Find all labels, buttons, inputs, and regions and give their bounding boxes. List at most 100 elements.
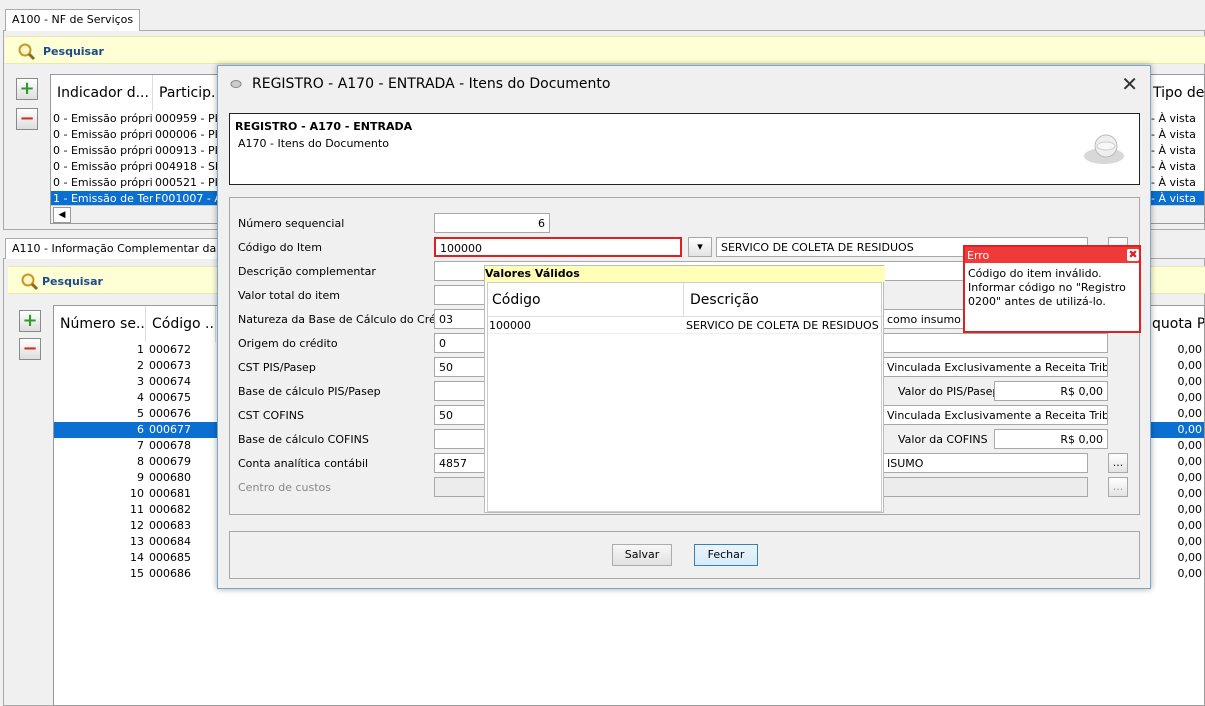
label-valor-cofins: Valor da COFINS: [898, 433, 988, 446]
remove-button[interactable]: −: [16, 108, 38, 130]
cell-codigo: 000680: [149, 471, 191, 484]
cell-indicador: 0 - Emissão própria: [53, 144, 153, 157]
conta-description: ISUMO: [882, 453, 1088, 473]
cell-codigo: 000681: [149, 487, 191, 500]
popup-row-descricao: SERVICO DE COLETA DE RESIDUOS: [686, 319, 879, 332]
cell-aliquota: 0,00: [1177, 519, 1203, 532]
valor-pis-input[interactable]: R$ 0,00: [994, 381, 1108, 401]
popup-row-codigo: 100000: [489, 319, 531, 332]
label-base-cofins: Base de cálculo COFINS: [238, 433, 369, 446]
search-link[interactable]: Pesquisar: [42, 275, 103, 288]
label-cod-item: Código do Item: [238, 241, 322, 254]
close-icon[interactable]: ✕: [1121, 72, 1138, 96]
cell-numero: 10: [130, 487, 144, 500]
conta-lookup-button[interactable]: ...: [1108, 453, 1128, 473]
cell-aliquota: 0,00: [1177, 343, 1203, 356]
cell-codigo: 000685: [149, 551, 191, 564]
salvar-button[interactable]: Salvar: [612, 544, 672, 566]
dialog-title: REGISTRO - A170 - ENTRADA - Itens do Doc…: [252, 76, 611, 92]
num-seq-input[interactable]: 6: [434, 213, 550, 233]
cst-cofins-description: Vinculada Exclusivamente a Receita Tribu…: [882, 405, 1108, 425]
cell-participante: 000521 - PR...: [155, 176, 221, 189]
valor-cofins-input[interactable]: R$ 0,00: [994, 429, 1108, 449]
cell-codigo: 000675: [149, 391, 191, 404]
cell-numero: 8: [137, 455, 144, 468]
cell-aliquota: 0,00: [1177, 455, 1203, 468]
cell-numero: 3: [137, 375, 144, 388]
cell-aliquota: 0,00: [1177, 439, 1203, 452]
cell-numero: 7: [137, 439, 144, 452]
cell-codigo: 000686: [149, 567, 191, 580]
cell-numero: 12: [130, 519, 144, 532]
scroll-left-icon[interactable]: ◀: [53, 207, 71, 223]
cell-numero: 9: [137, 471, 144, 484]
cell-numero: 14: [130, 551, 144, 564]
add-button[interactable]: +: [16, 78, 38, 100]
label-origem: Origem do crédito: [238, 337, 338, 350]
label-desc-comp: Descrição complementar: [238, 265, 376, 278]
column-header-indicador[interactable]: Indicador d...: [51, 75, 153, 111]
column-header-aliquota[interactable]: quota P...: [1150, 306, 1204, 342]
cell-numero: 1: [137, 343, 144, 356]
dropdown-arrow-icon[interactable]: ▾: [688, 237, 712, 257]
cell-numero: 11: [130, 503, 144, 516]
popup-column-descricao[interactable]: Descrição: [684, 283, 883, 317]
cell-tipo: - À vista: [1151, 128, 1196, 141]
column-header-numero[interactable]: Número se...: [54, 306, 146, 342]
cell-codigo: 000684: [149, 535, 191, 548]
tab-a110[interactable]: A110 - Informação Complementar da NF: [5, 238, 242, 259]
column-header-tipo[interactable]: Tipo de: [1147, 75, 1204, 111]
cell-aliquota: 0,00: [1177, 535, 1203, 548]
cell-indicador: 0 - Emissão própria: [53, 128, 153, 141]
label-natureza: Natureza da Base de Cálculo do Crédito: [238, 313, 457, 326]
cell-tipo: - À vista: [1151, 112, 1196, 125]
popup-title: Valores Válidos: [485, 266, 885, 282]
label-conta: Conta analítica contábil: [238, 457, 369, 470]
cell-aliquota: 0,00: [1177, 407, 1203, 420]
cell-numero: 6: [137, 423, 144, 436]
remove-item-button[interactable]: −: [19, 338, 41, 360]
cell-aliquota: 0,00: [1177, 423, 1203, 436]
search-bar-top: Pesquisar: [5, 36, 1205, 64]
label-num-seq: Número sequencial: [238, 217, 345, 230]
popup-column-codigo[interactable]: Código: [488, 283, 684, 317]
cell-aliquota: 0,00: [1177, 551, 1203, 564]
cell-codigo: 000682: [149, 503, 191, 516]
cst-pis-description: Vinculada Exclusivamente a Receita Tribu…: [882, 357, 1108, 377]
centro-lookup-button: ...: [1108, 477, 1128, 497]
error-message: Código do item inválido. Informar código…: [968, 267, 1126, 308]
search-link[interactable]: Pesquisar: [43, 45, 104, 58]
dialog-footer: Salvar Fechar: [229, 531, 1140, 579]
label-valor-total: Valor total do item: [238, 289, 340, 302]
cell-aliquota: 0,00: [1177, 567, 1203, 580]
tab-a100[interactable]: A100 - NF de Serviços: [5, 9, 141, 31]
label-cst-pis: CST PIS/Pasep: [238, 361, 316, 374]
cell-aliquota: 0,00: [1177, 375, 1203, 388]
column-header-participante[interactable]: Particip...: [153, 75, 223, 111]
cell-numero: 5: [137, 407, 144, 420]
popup-row[interactable]: 100000 SERVICO DE COLETA DE RESIDUOS: [488, 317, 883, 334]
popup-table: Código Descrição 100000 SERVICO DE COLET…: [487, 282, 883, 512]
column-header-codigo[interactable]: Código ...: [146, 306, 216, 342]
cell-codigo: 000673: [149, 359, 191, 372]
error-title: Erro: [965, 247, 1139, 263]
cell-indicador: 0 - Emissão própria: [53, 112, 153, 125]
cell-aliquota: 0,00: [1177, 391, 1203, 404]
search-icon: [18, 43, 36, 61]
cell-numero: 2: [137, 359, 144, 372]
header-title: REGISTRO - A170 - ENTRADA: [235, 120, 413, 133]
cell-codigo: 000677: [149, 423, 191, 436]
label-base-pis: Base de cálculo PIS/Pasep: [238, 385, 381, 398]
add-item-button[interactable]: +: [19, 310, 41, 332]
cod-item-input[interactable]: 100000: [434, 237, 682, 257]
label-cst-cofins: CST COFINS: [238, 409, 304, 422]
label-centro: Centro de custos: [238, 481, 332, 494]
error-close-icon[interactable]: ✖: [1127, 249, 1139, 261]
dialog-header: REGISTRO - A170 - ENTRADA A170 - Itens d…: [229, 113, 1140, 185]
app-icon: [230, 80, 242, 88]
cell-aliquota: 0,00: [1177, 487, 1203, 500]
cell-participante: 000959 - PR...: [155, 112, 221, 125]
fechar-button[interactable]: Fechar: [694, 544, 758, 566]
cell-codigo: 000683: [149, 519, 191, 532]
cell-participante: 000913 - PR...: [155, 144, 221, 157]
